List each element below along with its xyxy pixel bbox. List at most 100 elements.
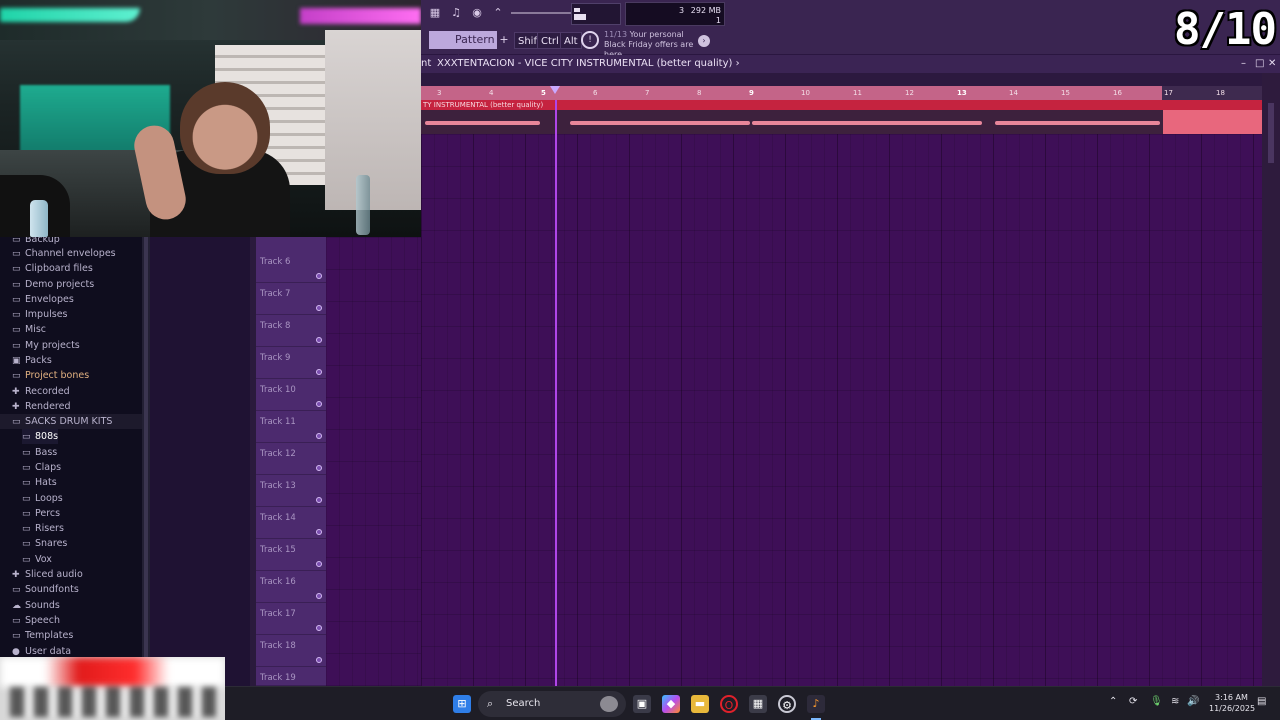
browser-item[interactable]: ▭ Envelopes xyxy=(12,292,74,307)
browser-item[interactable]: ▭ Soundfonts xyxy=(12,582,79,597)
track-enable-icon[interactable] xyxy=(316,465,322,471)
maximize-icon[interactable]: □ xyxy=(1255,55,1264,73)
browser-subitem[interactable]: ▭ Hats xyxy=(22,475,57,490)
ctrl-key-button[interactable]: Ctrl xyxy=(537,32,563,49)
tray-overflow-icon[interactable]: ⌃ xyxy=(1109,696,1117,707)
mini-graph xyxy=(571,3,621,25)
playhead-marker[interactable] xyxy=(550,86,560,94)
track-header[interactable]: Track 18 xyxy=(256,635,326,667)
track-enable-icon[interactable] xyxy=(316,305,322,311)
wait-record-icon[interactable]: ◉ xyxy=(467,4,487,22)
browser-item[interactable]: ▭ Impulses xyxy=(12,307,68,322)
minimize-icon[interactable]: – xyxy=(1241,55,1246,73)
copilot-icon[interactable]: ◆ xyxy=(662,695,680,713)
bar-number: 13 xyxy=(957,89,967,97)
track-label: Track 6 xyxy=(260,257,291,267)
tray-sync-icon[interactable]: ⟳ xyxy=(1129,696,1137,707)
browser-item[interactable]: ▭ Project bones xyxy=(12,368,89,383)
browser-subitem[interactable]: ▭ Vox xyxy=(22,552,52,567)
browser-subitem[interactable]: ▭ Loops xyxy=(22,491,63,506)
browser-item[interactable]: ▭ Clipboard files xyxy=(12,261,93,276)
playlist-grid-left[interactable] xyxy=(326,237,421,686)
track-enable-icon[interactable] xyxy=(316,369,322,375)
browser-item[interactable]: ▣ Packs xyxy=(12,353,52,368)
track-header[interactable]: Track 17 xyxy=(256,603,326,635)
track-enable-icon[interactable] xyxy=(316,497,322,503)
playlist-grid[interactable] xyxy=(421,134,1262,686)
track-header[interactable]: Track 9 xyxy=(256,347,326,379)
browser-item[interactable]: ☁ Sounds xyxy=(12,598,60,613)
browser-item[interactable]: ▭ Channel envelopes xyxy=(12,246,116,261)
taskbar: ⊞ ⌕ Search ▣ ◆ ▬ O ▦ ⚙ ♪ ⌃ ⟳ 🎙 ≋ 🔊 3:16 … xyxy=(225,686,1280,720)
windows-start-icon[interactable]: ⊞ xyxy=(453,695,471,713)
timeline-ruler[interactable]: 3 4 5 6 7 8 9 10 11 12 13 14 15 16 xyxy=(421,86,1162,100)
notifications-icon[interactable]: ▤ xyxy=(1257,696,1266,707)
audio-clip-header[interactable]: TY INSTRUMENTAL (better quality) xyxy=(421,100,1262,110)
task-view-icon[interactable]: ▣ xyxy=(633,695,651,713)
browser-subitem[interactable]: ▭ Percs xyxy=(22,506,60,521)
track-header[interactable]: Track 15 xyxy=(256,539,326,571)
fl-studio-icon[interactable]: ♪ xyxy=(807,695,825,713)
add-pattern-button[interactable]: + xyxy=(498,31,510,49)
tempo-slider[interactable] xyxy=(511,12,571,14)
search-icon: ⌕ xyxy=(487,697,494,710)
track-headers: Track 6 Track 7 Track 8 Track 9 Track 10… xyxy=(256,237,326,686)
metronome-icon[interactable]: ⌃ xyxy=(488,4,508,22)
browser-item[interactable]: ✚ Rendered xyxy=(12,399,71,414)
audio-clip-loud-section[interactable] xyxy=(1163,110,1262,134)
browser-item[interactable]: ✚ Sliced audio xyxy=(12,567,83,582)
clock[interactable]: 3:16 AM 11/26/2025 xyxy=(1209,692,1255,714)
browser-subitem[interactable]: ▭ Snares xyxy=(22,536,67,551)
wifi-icon[interactable]: ≋ xyxy=(1171,696,1179,707)
browser-item[interactable]: ▭ Templates xyxy=(12,628,73,643)
track-enable-icon[interactable] xyxy=(316,625,322,631)
microphone-icon[interactable]: 🎙 xyxy=(1150,696,1163,707)
track-enable-icon[interactable] xyxy=(316,433,322,439)
file-explorer-icon[interactable]: ▬ xyxy=(691,695,709,713)
browser-subitem[interactable]: ▭ Claps xyxy=(22,460,61,475)
piano-roll-icon[interactable]: ▦ xyxy=(425,4,445,22)
browser-item[interactable]: ▭ Misc xyxy=(12,322,46,337)
track-header[interactable]: Track 11 xyxy=(256,411,326,443)
taskbar-search[interactable]: ⌕ Search xyxy=(478,691,626,717)
track-enable-icon[interactable] xyxy=(316,401,322,407)
volume-icon[interactable]: 🔊 xyxy=(1187,696,1199,707)
browser-subitem[interactable]: ▭ Risers xyxy=(22,521,64,536)
browser-item[interactable]: ▭ Speech xyxy=(12,613,60,628)
track-header[interactable]: Track 6 xyxy=(256,251,326,283)
track-enable-icon[interactable] xyxy=(316,273,322,279)
news-icon[interactable]: ! xyxy=(581,31,599,49)
track-enable-icon[interactable] xyxy=(316,529,322,535)
browser-scrollbar[interactable] xyxy=(142,237,150,657)
pattern-selector[interactable]: Pattern 1 xyxy=(429,31,497,64)
browser-item[interactable]: ▭ Demo projects xyxy=(12,277,94,292)
browser-subitem[interactable]: ▭ Bass xyxy=(22,445,57,460)
close-icon[interactable]: ✕ xyxy=(1268,55,1276,73)
browser-item[interactable]: ▭ My projects xyxy=(12,338,80,353)
alt-key-button[interactable]: Alt xyxy=(560,32,582,49)
browser-item-expanded[interactable]: ▭ SACKS DRUM KITS xyxy=(0,414,142,429)
track-enable-icon[interactable] xyxy=(316,657,322,663)
settings-gear-icon[interactable]: ⚙ xyxy=(778,695,796,713)
track-header[interactable]: Track 13 xyxy=(256,475,326,507)
playlist-scrollbar[interactable] xyxy=(1262,73,1280,686)
track-header[interactable]: Track 16 xyxy=(256,571,326,603)
blurred-overlay-image xyxy=(0,657,225,720)
news-open-icon[interactable]: › xyxy=(698,35,710,47)
opera-icon[interactable]: O xyxy=(720,695,738,713)
track-header[interactable]: Track 14 xyxy=(256,507,326,539)
track-header[interactable]: Track 7 xyxy=(256,283,326,315)
browser-subitem[interactable]: ▭ 808s xyxy=(22,429,59,444)
track-header[interactable]: Track 12 xyxy=(256,443,326,475)
track-header[interactable]: Track 8 xyxy=(256,315,326,347)
track-enable-icon[interactable] xyxy=(316,337,322,343)
timeline-ruler-end[interactable]: 17 18 xyxy=(1162,86,1262,100)
typing-keyboard-icon[interactable]: ♫ xyxy=(446,4,466,22)
browser-item[interactable]: ✚ Recorded xyxy=(12,384,70,399)
track-header[interactable]: Track 19 xyxy=(256,667,326,686)
track-enable-icon[interactable] xyxy=(316,593,322,599)
track-header[interactable]: Track 10 xyxy=(256,379,326,411)
track-enable-icon[interactable] xyxy=(316,561,322,567)
store-icon[interactable]: ▦ xyxy=(749,695,767,713)
clock-time: 3:16 AM xyxy=(1215,693,1248,702)
